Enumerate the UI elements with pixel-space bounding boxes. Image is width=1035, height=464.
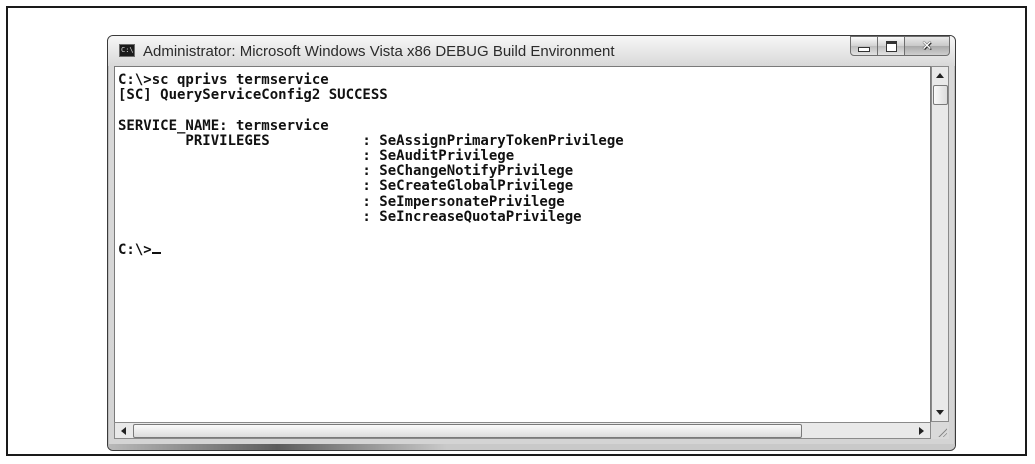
console-line: [SC] QueryServiceConfig2 SUCCESS — [118, 87, 388, 104]
close-button[interactable]: ✕ — [905, 36, 950, 56]
horizontal-scroll-thumb[interactable] — [133, 424, 802, 438]
scroll-up-button[interactable] — [932, 67, 948, 84]
console-line: : SeImpersonatePrivilege — [118, 193, 565, 210]
window-title: Administrator: Microsoft Windows Vista x… — [143, 43, 615, 60]
minimize-icon — [858, 46, 870, 52]
figure-frame: C:\ Administrator: Microsoft Windows Vis… — [6, 6, 1027, 456]
console-line: : SeCreateGlobalPrivilege — [118, 178, 574, 195]
close-icon: ✕ — [921, 38, 933, 54]
window-bottom-edge — [108, 444, 955, 450]
text-cursor — [151, 240, 161, 255]
horizontal-scrollbar[interactable] — [114, 422, 931, 439]
arrow-down-icon — [936, 410, 944, 415]
console-line: : SeAuditPrivilege — [118, 148, 515, 165]
maximize-icon — [885, 40, 897, 52]
arrow-left-icon — [121, 426, 126, 435]
console-text: C:\>sc qprivs termservice [SC] QueryServ… — [118, 72, 624, 259]
console-line: SERVICE_NAME: termservice — [118, 117, 329, 134]
console-line: C:\>sc qprivs termservice — [118, 72, 329, 88]
command-prompt: C:\> — [118, 242, 152, 259]
scroll-right-button[interactable] — [913, 423, 930, 438]
vertical-scroll-thumb[interactable] — [933, 85, 948, 105]
window-controls: ✕ — [850, 36, 950, 57]
arrow-right-icon — [919, 426, 924, 435]
minimize-button[interactable] — [850, 36, 878, 56]
arrow-up-icon — [936, 73, 944, 78]
scroll-left-button[interactable] — [115, 423, 132, 438]
resize-grip-icon[interactable] — [931, 422, 949, 439]
console-line: PRIVILEGES : SeAssignPrimaryTokenPrivile… — [118, 132, 624, 149]
maximize-button[interactable] — [878, 36, 905, 56]
vertical-scrollbar[interactable] — [931, 66, 949, 422]
scroll-down-button[interactable] — [932, 404, 948, 421]
console-output-area[interactable]: C:\>sc qprivs termservice [SC] QueryServ… — [114, 66, 931, 438]
title-bar[interactable]: C:\ Administrator: Microsoft Windows Vis… — [108, 36, 955, 66]
console-line: : SeIncreaseQuotaPrivilege — [118, 208, 582, 225]
console-window: C:\ Administrator: Microsoft Windows Vis… — [107, 35, 956, 451]
console-line: : SeChangeNotifyPrivilege — [118, 163, 574, 180]
console-app-icon[interactable]: C:\ — [119, 44, 135, 57]
